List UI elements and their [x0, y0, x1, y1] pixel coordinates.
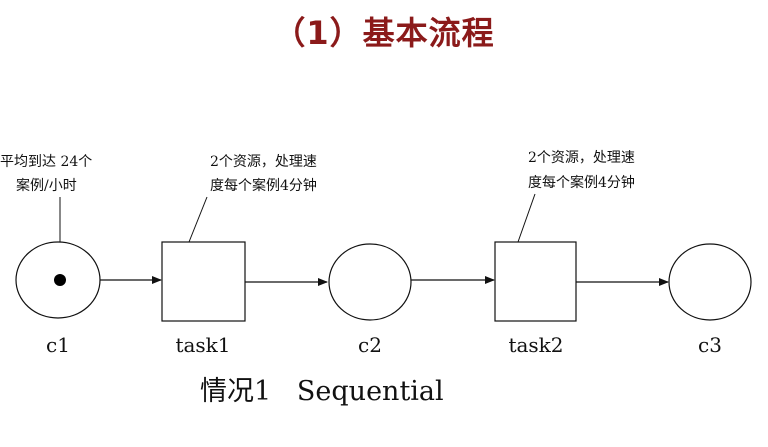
arrival-note: 平均到达 24个 案例/小时 [0, 154, 97, 194]
transition-task2-label: task2 [508, 333, 563, 357]
arrival-note-line-2: 案例/小时 [16, 177, 77, 194]
place-c1-label: c1 [46, 333, 70, 357]
token-c1 [54, 274, 66, 286]
task1-note: 2个资源，处理速 度每个案例4分钟 [210, 154, 321, 194]
transition-task1 [161, 241, 246, 322]
task2-note-leader [517, 193, 536, 243]
petri-net-diagram: 平均到达 24个 案例/小时 c1 task1 2个资源，处理速 度每个案例4分… [0, 150, 752, 407]
place-c3-label: c3 [698, 333, 722, 357]
place-c2-label: c2 [358, 333, 382, 357]
task2-note-line-1: 2个资源，处理速 [528, 150, 635, 166]
arrival-note-line-1: 平均到达 24个 [0, 154, 92, 170]
task1-note-line-2: 度每个案例4分钟 [210, 177, 317, 194]
task1-note-leader [188, 196, 208, 243]
task2-note: 2个资源，处理速 度每个案例4分钟 [528, 150, 639, 191]
place-c3 [668, 243, 752, 321]
transition-task2 [494, 241, 577, 322]
place-c2 [328, 243, 412, 321]
diagram-caption: 情况1 Sequential [200, 376, 444, 407]
transition-task1-label: task1 [175, 333, 230, 357]
task1-note-line-1: 2个资源，处理速 [210, 154, 317, 170]
task2-note-line-2: 度每个案例4分钟 [528, 174, 635, 191]
